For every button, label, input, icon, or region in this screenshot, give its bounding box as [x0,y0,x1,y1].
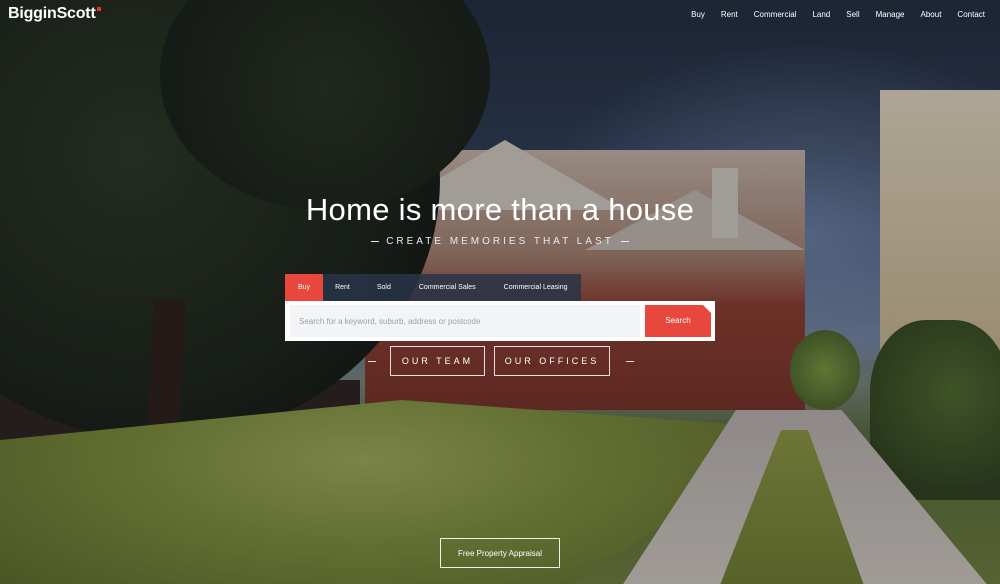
hero-subtitle-text: CREATE MEMORIES THAT LAST [386,236,614,247]
main-nav: Buy Rent Commercial Land Sell Manage Abo… [675,10,985,19]
nav-about[interactable]: About [921,10,942,19]
tab-commercial-sales[interactable]: Commercial Sales [405,274,490,301]
divider-right [626,361,634,362]
divider-left [368,361,376,362]
tab-sold[interactable]: Sold [363,274,405,301]
our-team-button[interactable]: OUR TEAM [390,346,485,376]
nav-buy[interactable]: Buy [691,10,705,19]
search-button[interactable]: Search [645,305,711,337]
subtitle-dash-right [620,240,629,242]
free-appraisal-button[interactable]: Free Property Appraisal [440,538,560,568]
nav-sell[interactable]: Sell [846,10,859,19]
site-logo[interactable]: BigginScott [8,5,101,23]
nav-rent[interactable]: Rent [721,10,738,19]
nav-manage[interactable]: Manage [876,10,905,19]
subtitle-dash-left [371,240,380,242]
hero-title: Home is more than a house [305,192,695,227]
tab-buy[interactable]: Buy [285,274,324,301]
nav-commercial[interactable]: Commercial [754,10,797,19]
our-offices-button[interactable]: OUR OFFICES [494,346,610,376]
nav-contact[interactable]: Contact [957,10,985,19]
search-panel: Search [285,301,715,341]
hero-subtitle: CREATE MEMORIES THAT LAST [0,236,1000,247]
tab-rent[interactable]: Rent [323,274,363,301]
logo-mark-icon [96,7,101,11]
nav-land[interactable]: Land [812,10,830,19]
search-tabs: Buy Rent Sold Commercial Sales Commercia… [285,274,582,301]
search-input[interactable] [290,305,640,337]
site-header: BigginScott Buy Rent Commercial Land Sel… [0,0,1000,32]
tab-commercial-leasing[interactable]: Commercial Leasing [490,274,582,301]
logo-text: BigginScott [8,5,96,22]
corner-fold-icon [703,305,711,313]
